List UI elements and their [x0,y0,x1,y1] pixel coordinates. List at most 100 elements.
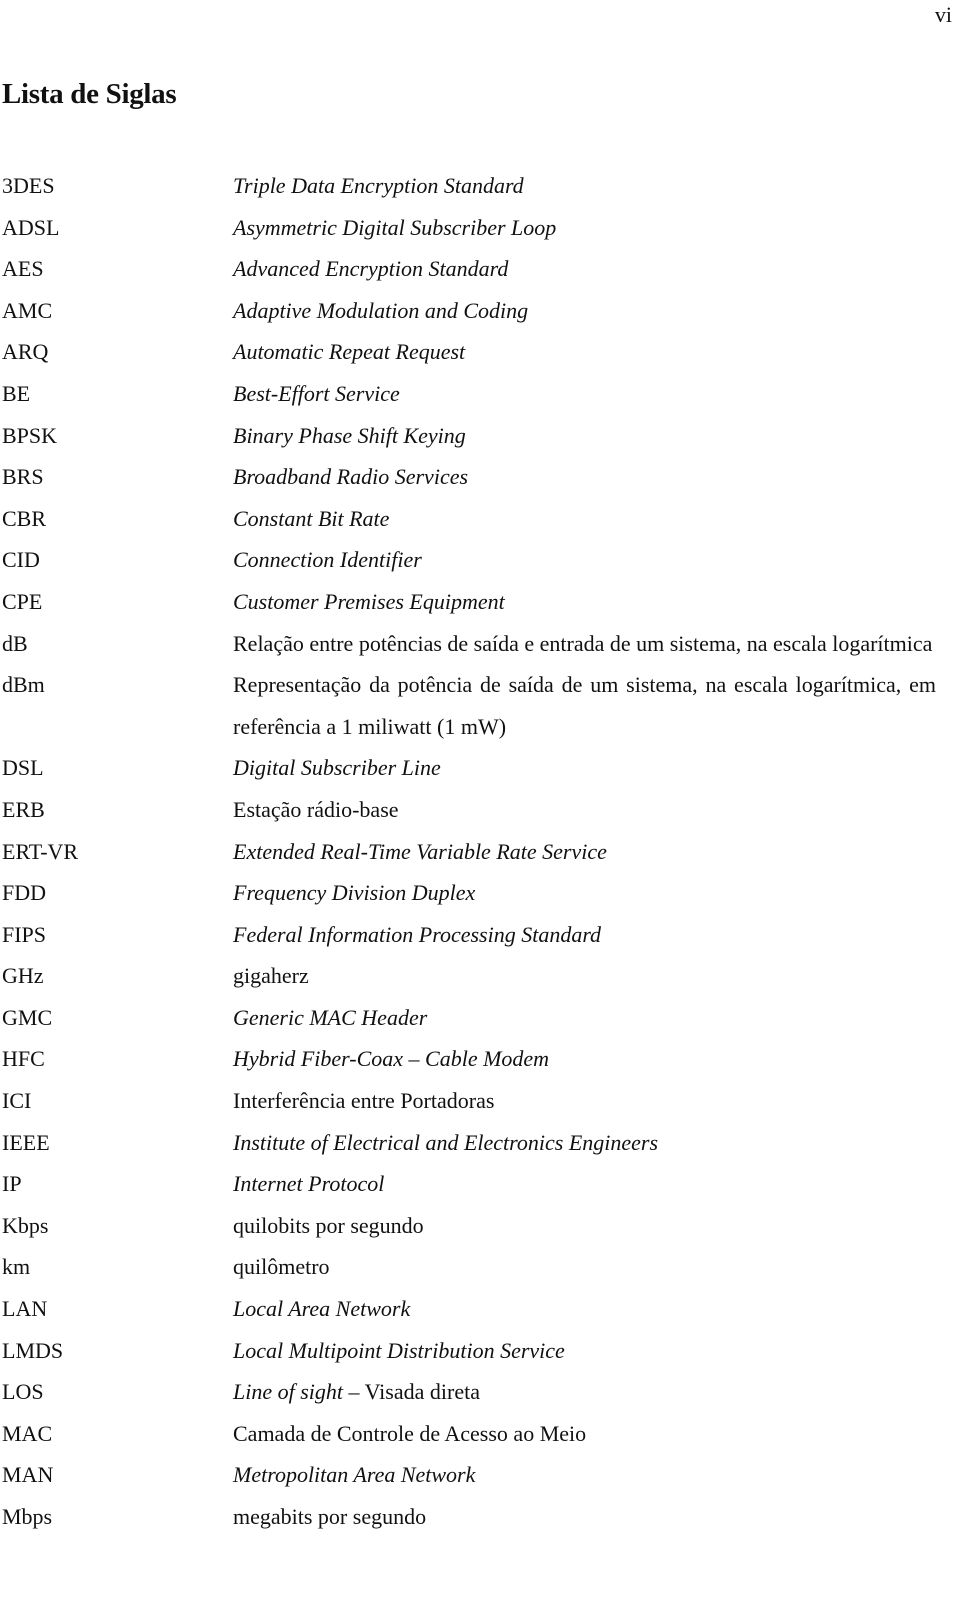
sigla-row: 3DES Triple Data Encryption Standard [0,165,936,207]
sigla-definition: Automatic Repeat Request [233,339,466,365]
sigla-row: ARQ Automatic Repeat Request [0,331,936,373]
sigla-row: IP Internet Protocol [0,1163,936,1205]
sigla-definition: Triple Data Encryption Standard [233,173,524,198]
sigla-abbreviation: HFC [2,1046,45,1072]
sigla-definition: Advanced Encryption Standard [233,256,509,282]
sigla-row: ICI Interferência entre Portadoras [0,1080,936,1122]
sigla-row: LOS Line of sight – Visada direta [0,1371,936,1413]
page-title: Lista de Siglas [2,78,177,110]
sigla-row: LAN Local Area Network [0,1288,936,1330]
sigla-definition-segment: Line of sight [233,1379,344,1405]
sigla-row: Mbps megabits por segundo [0,1496,936,1538]
sigla-abbreviation: GMC [2,1004,53,1030]
sigla-row: Kbps quilobits por segundo [0,1205,936,1247]
sigla-row: BPSK Binary Phase Shift Keying [0,415,936,457]
sigla-row: dB Relação entre potências de saída e ent… [0,623,936,665]
sigla-abbreviation: km [2,1254,31,1280]
sigla-row: IEEE Institute of Electrical and Electron… [0,1122,936,1164]
sigla-definition: Generic MAC Header [233,1004,428,1030]
sigla-definition: Hybrid Fiber-Coax – Cable Modem [233,1046,550,1072]
sigla-row: dBm Representação da potência de saída de… [0,664,936,747]
sigla-row: AMC Adaptive Modulation and Coding [0,290,936,332]
sigla-definition: Relação entre potências de saída e entra… [233,630,933,656]
sigla-definition: gigaherz [233,963,309,989]
sigla-row: ERT-VR Extended Real-Time Variable Rate S… [0,831,936,873]
sigla-abbreviation: AMC [2,297,53,323]
sigla-row: GMC Generic MAC Header [0,997,936,1039]
sigla-abbreviation: ERT-VR [2,838,79,864]
sigla-definition-segment: – Visada direta [343,1379,480,1405]
sigla-abbreviation: DSL [2,755,44,781]
sigla-definition: Federal Information Processing Standard [233,921,602,947]
sigla-row: ERB Estação rádio-base [0,789,936,831]
sigla-row: MAC Camada de Controle de Acesso ao Meio [0,1413,936,1455]
sigla-definition: Binary Phase Shift Keying [233,422,466,448]
sigla-definition: Estação rádio-base [233,796,399,822]
sigla-row: CPE Customer Premises Equipment [0,581,936,623]
sigla-abbreviation: BRS [2,464,44,490]
sigla-row: km quilômetro [0,1246,936,1288]
sigla-abbreviation: ARQ [2,339,49,365]
sigla-row: AES Advanced Encryption Standard [0,248,936,290]
sigla-definition: Representação da potência de saída de um… [233,672,936,739]
sigla-definition: quilobits por segundo [233,1212,424,1238]
sigla-abbreviation: Kbps [2,1212,49,1238]
sigla-abbreviation: dB [2,630,28,656]
sigla-row: FIPS Federal Information Processing Stand… [0,914,936,956]
sigla-row: BRS Broadband Radio Services [0,456,936,498]
sigla-definition: Local Multipoint Distribution Service [233,1337,565,1363]
sigla-definition: Digital Subscriber Line [233,755,441,781]
sigla-definition: Local Area Network [233,1296,411,1322]
sigla-row: HFC Hybrid Fiber-Coax – Cable Modem [0,1038,936,1080]
sigla-abbreviation: CPE [2,588,43,614]
sigla-abbreviation: BPSK [2,422,58,448]
sigla-abbreviation: FDD [2,880,47,906]
sigla-definition: Frequency Division Duplex [233,880,476,906]
sigla-row: BE Best-Effort Service [0,373,936,415]
sigla-abbreviation: ERB [2,796,45,822]
sigla-definition: Constant Bit Rate [233,505,390,531]
sigla-row: LMDS Local Multipoint Distribution Servic… [0,1330,936,1372]
sigla-abbreviation: ICI [2,1088,32,1114]
sigla-row: GHz gigaherz [0,955,936,997]
sigla-abbreviation: LOS [2,1379,44,1405]
sigla-definition: Adaptive Modulation and Coding [233,297,529,323]
sigla-abbreviation: CID [2,547,40,573]
sigla-definition: Connection Identifier [233,547,422,573]
sigla-row: ADSL Asymmetric Digital Subscriber Loop [0,207,936,249]
sigla-abbreviation: IP [2,1171,22,1197]
sigla-row: CBR Constant Bit Rate [0,498,936,540]
sigla-definition: megabits por segundo [233,1504,427,1529]
sigla-abbreviation: FIPS [2,921,47,947]
sigla-abbreviation: ADSL [2,214,60,240]
sigla-definition: Broadband Radio Services [233,464,469,490]
sigla-row: CID Connection Identifier [0,539,936,581]
sigla-definition: quilômetro [233,1254,330,1280]
sigla-abbreviation: MAN [2,1462,54,1488]
sigla-abbreviation: LMDS [2,1337,64,1363]
siglas-list: 3DES Triple Data Encryption Standard ADSL A… [0,165,936,1538]
sigla-definition: Line of sight – Visada direta [233,1371,936,1413]
sigla-abbreviation: Mbps [2,1504,53,1529]
sigla-definition: Customer Premises Equipment [233,588,505,614]
sigla-row: DSL Digital Subscriber Line [0,747,936,789]
sigla-definition: Extended Real-Time Variable Rate Service [233,838,607,864]
sigla-definition: Internet Protocol [233,1171,385,1197]
sigla-definition: Metropolitan Area Network [233,1462,476,1488]
sigla-abbreviation: BE [2,380,31,406]
sigla-abbreviation: MAC [2,1420,53,1446]
sigla-definition: Asymmetric Digital Subscriber Loop [233,214,557,240]
sigla-row: FDD Frequency Division Duplex [0,872,936,914]
sigla-abbreviation: 3DES [2,173,55,198]
sigla-abbreviation: GHz [2,963,44,989]
sigla-abbreviation: CBR [2,505,47,531]
sigla-definition: Institute of Electrical and Electronics … [233,1129,659,1155]
sigla-abbreviation: dBm [2,672,45,698]
sigla-definition: Camada de Controle de Acesso ao Meio [233,1420,587,1446]
sigla-definition: Interferência entre Portadoras [233,1088,495,1114]
page-number: vi [934,2,952,27]
sigla-abbreviation: IEEE [2,1129,50,1155]
sigla-abbreviation: AES [2,256,44,282]
sigla-definition: Best-Effort Service [233,380,400,406]
sigla-abbreviation: LAN [2,1296,48,1322]
